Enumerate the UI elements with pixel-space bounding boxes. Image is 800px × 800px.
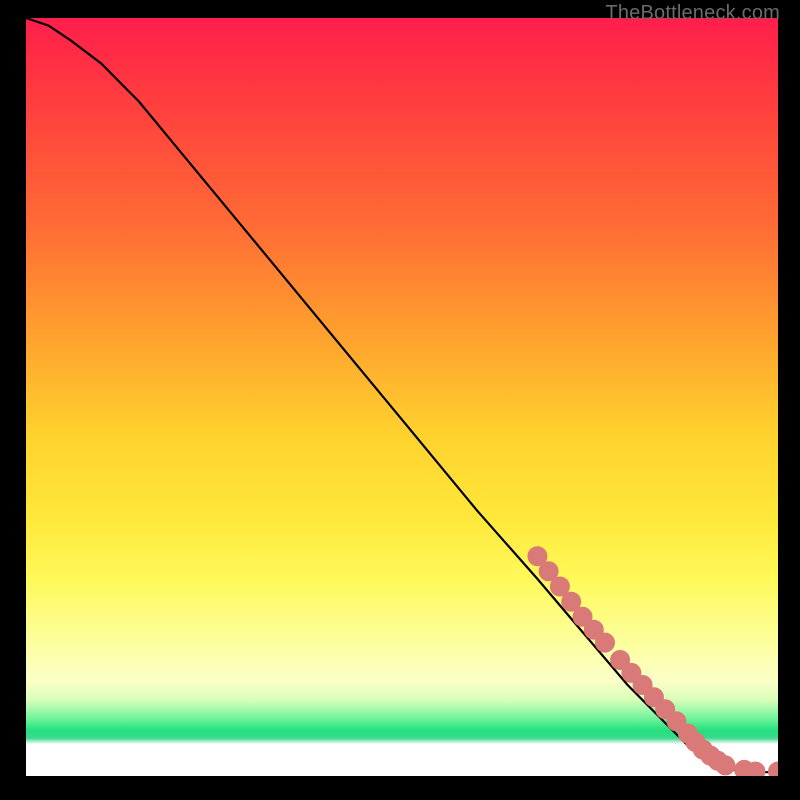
data-point bbox=[596, 633, 615, 652]
plot-area bbox=[26, 18, 778, 776]
chart-overlay bbox=[26, 18, 778, 776]
data-point bbox=[746, 762, 765, 776]
chart-stage: TheBottleneck.com bbox=[0, 0, 800, 800]
data-point bbox=[769, 762, 779, 776]
bottleneck-curve bbox=[26, 18, 778, 772]
data-points bbox=[528, 547, 778, 776]
data-point bbox=[716, 756, 735, 775]
attribution-label: TheBottleneck.com bbox=[605, 2, 780, 25]
